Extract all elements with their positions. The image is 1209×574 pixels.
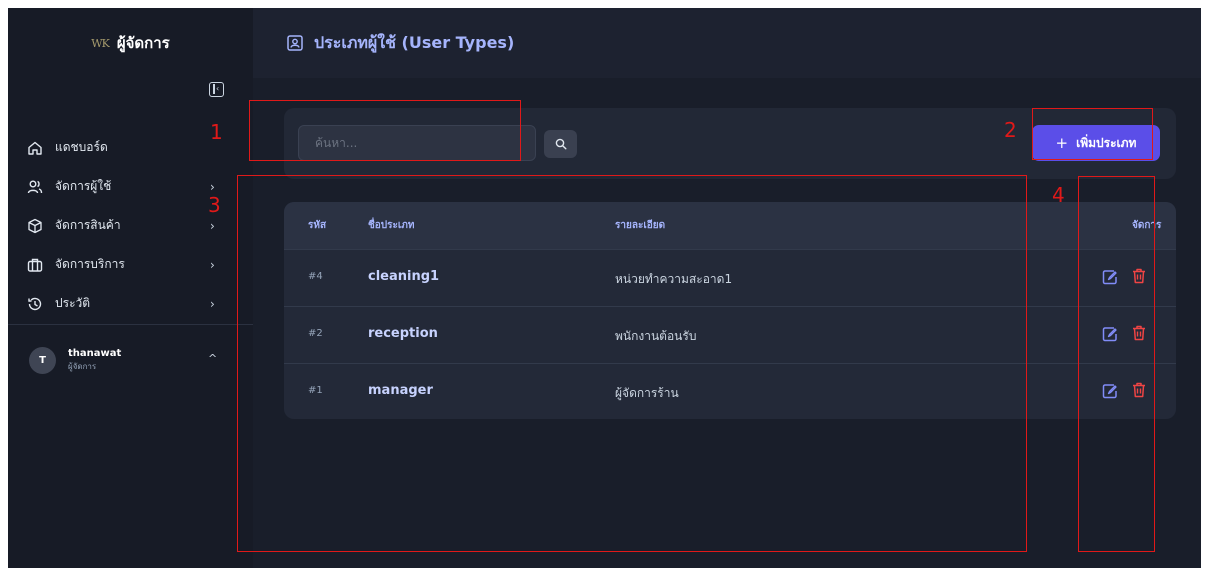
sidebar-nav: แดชบอร์ด จัดการผู้ใช้ › จัดการสินค้า › จ… xyxy=(8,128,253,323)
box-icon xyxy=(27,218,43,234)
annotation-box-2 xyxy=(1032,108,1153,160)
user-menu[interactable]: T thanawat ผู้จัดการ ^ xyxy=(8,330,253,390)
brand-title: ผู้จัดการ xyxy=(116,34,170,52)
sidebar-collapse-icon[interactable]: ‹ xyxy=(209,82,224,97)
sidebar-item-label: จัดการบริการ xyxy=(55,257,125,271)
user-name: thanawat xyxy=(68,347,122,359)
page-title: ประเภทผู้ใช้ (User Types) xyxy=(314,32,515,52)
chevron-right-icon: › xyxy=(210,179,215,194)
sidebar-item-label: จัดการสินค้า xyxy=(55,218,121,232)
annotation-box-4 xyxy=(1078,176,1155,552)
annotation-label-2: 2 xyxy=(1004,118,1017,142)
sidebar: WK ผู้จัดการ ‹ แดชบอร์ด จัดการผู้ใช้ › จ… xyxy=(8,8,253,568)
annotation-label-4: 4 xyxy=(1052,183,1065,207)
sidebar-item-history[interactable]: ประวัติ › xyxy=(8,284,253,323)
avatar: T xyxy=(29,346,56,374)
annotation-box-1 xyxy=(249,100,521,161)
annotation-label-1: 1 xyxy=(210,120,223,144)
search-icon xyxy=(555,138,566,150)
sidebar-item-services[interactable]: จัดการบริการ › xyxy=(8,245,253,284)
home-icon xyxy=(27,140,43,156)
page-header: ประเภทผู้ใช้ (User Types) xyxy=(253,8,1201,78)
user-role: ผู้จัดการ xyxy=(68,361,97,371)
annotation-label-3: 3 xyxy=(208,193,221,217)
sidebar-item-label: แดชบอร์ด xyxy=(55,140,108,154)
history-icon xyxy=(27,296,43,312)
users-icon xyxy=(27,179,43,195)
chevron-up-icon[interactable]: ^ xyxy=(208,352,217,365)
sidebar-divider xyxy=(8,324,253,325)
brand-logo: WK xyxy=(91,36,110,50)
chevron-right-icon: › xyxy=(210,257,215,272)
chevron-right-icon: › xyxy=(210,218,215,233)
sidebar-item-label: จัดการผู้ใช้ xyxy=(55,179,112,193)
search-button[interactable] xyxy=(544,130,577,158)
id-badge-icon xyxy=(287,35,303,51)
chevron-right-icon: › xyxy=(210,296,215,311)
annotation-box-3 xyxy=(237,175,1027,552)
sidebar-item-label: ประวัติ xyxy=(55,296,91,310)
briefcase-icon xyxy=(27,257,43,273)
brand: WK ผู้จัดการ xyxy=(8,8,253,78)
